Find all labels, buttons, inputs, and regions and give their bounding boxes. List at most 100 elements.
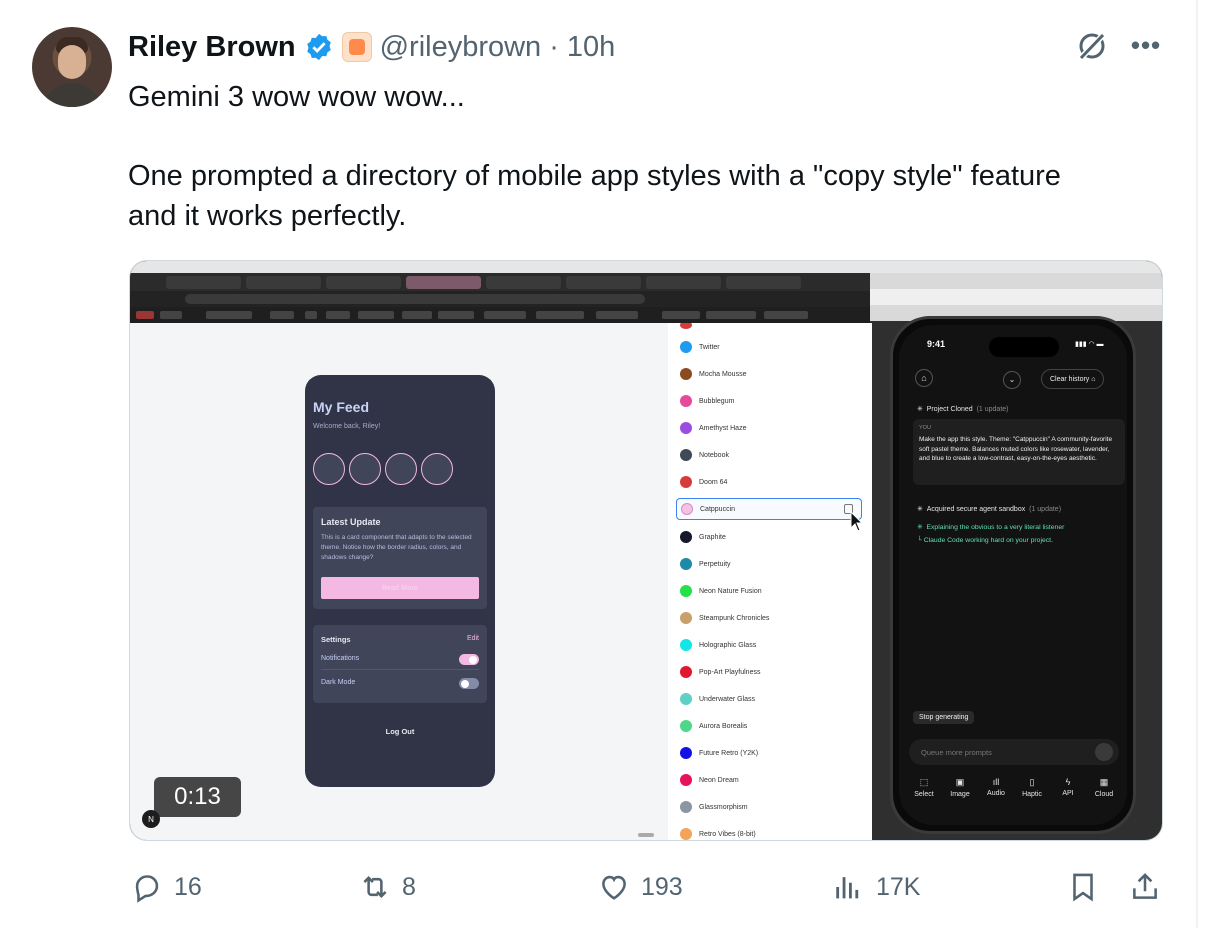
update-card: Latest Update This is a card component t… xyxy=(313,507,487,609)
image-icon: ▣ xyxy=(955,777,965,787)
theme-item: Underwater Glass xyxy=(680,690,860,708)
mac-menu-bar xyxy=(130,261,1162,273)
tweet-text-line-3: and it works perfectly. xyxy=(128,200,407,232)
story-circle xyxy=(385,453,417,485)
theme-list: Twitter Mocha Mousse Bubblegum Amethyst … xyxy=(668,323,872,840)
settings-edit: Edit xyxy=(466,635,479,642)
tweet-text-line-1: Gemini 3 wow wow wow... xyxy=(128,81,465,113)
affiliate-badge-icon[interactable] xyxy=(341,32,372,62)
theme-item: Perpetuity xyxy=(680,555,860,573)
status-icons: ▮▮▮ ◠ ▬ xyxy=(1075,341,1104,348)
avatar-shirt xyxy=(42,83,102,107)
haptic-icon: ▯ xyxy=(1029,777,1035,787)
view-count: 17K xyxy=(876,872,921,901)
tool-api: ϟ API xyxy=(1051,777,1085,798)
status-line-2: └ Claude Code working hard on your proje… xyxy=(917,537,1053,544)
dynamic-island xyxy=(989,337,1059,357)
preview-phone: My Feed Welcome back, Riley! Latest Upda… xyxy=(305,375,495,787)
like-count: 193 xyxy=(641,872,683,901)
feed-subtitle: Welcome back, Riley! xyxy=(313,423,381,430)
browser-address-bar xyxy=(130,291,870,307)
user-message-text: Make the app this style. Theme: "Catppuc… xyxy=(919,436,1113,462)
theme-item: Doom 64 xyxy=(680,473,860,491)
second-browser-window xyxy=(870,273,1162,321)
theme-item: Notebook xyxy=(680,446,860,464)
dark-mode-toggle xyxy=(459,678,479,689)
stop-generating-button: Stop generating xyxy=(913,711,975,724)
dark-mode-label: Dark Mode xyxy=(321,679,356,686)
share-icon xyxy=(1133,873,1157,899)
theme-item: Holographic Glass xyxy=(680,636,860,654)
notifications-label: Notifications xyxy=(321,655,360,662)
agent-screen: 9:41 ▮▮▮ ◠ ▬ ⌂ ⌄ Clear history ⌂ ✳ Proje… xyxy=(899,325,1127,825)
story-circle xyxy=(421,453,453,485)
settings-card: Settings Edit Notifications Dark Mode xyxy=(313,625,487,703)
avatar[interactable] xyxy=(32,27,112,107)
verified-badge-icon[interactable] xyxy=(304,32,334,62)
theme-item: Bubblegum xyxy=(680,392,860,410)
theme-item: Mocha Mousse xyxy=(680,365,860,383)
share-button[interactable] xyxy=(1128,868,1162,906)
like-button[interactable]: 193 xyxy=(597,868,683,906)
theme-item: Aurora Borealis xyxy=(680,717,860,735)
video-timestamp: 0:13 xyxy=(154,777,241,817)
theme-item-partial xyxy=(680,323,860,333)
views-button[interactable]: 17K xyxy=(832,868,920,906)
author-handle[interactable]: @rileybrown xyxy=(380,31,542,64)
queue-input: Queue more prompts xyxy=(909,739,1119,765)
clear-history-button: Clear history ⌂ xyxy=(1041,369,1105,389)
theme-item: Pop-Art Playfulness xyxy=(680,663,860,681)
reply-button[interactable]: 16 xyxy=(130,868,202,906)
theme-item: Future Retro (Y2K) xyxy=(680,744,860,762)
repost-icon xyxy=(363,875,387,899)
tool-cloud: ▦ Cloud xyxy=(1087,777,1121,798)
more-options-icon[interactable]: ••• xyxy=(1128,30,1164,62)
video-player[interactable]: My Feed Welcome back, Riley! Latest Upda… xyxy=(129,260,1163,841)
theme-item: Steampunk Chronicles xyxy=(680,609,860,627)
theme-item: Neon Nature Fusion xyxy=(680,582,860,600)
tweet-text-line-2: One prompted a directory of mobile app s… xyxy=(128,160,1061,192)
settings-title: Settings xyxy=(321,635,351,644)
theme-item: Twitter xyxy=(680,338,860,356)
reply-count: 16 xyxy=(174,872,202,901)
repost-button[interactable]: 8 xyxy=(358,868,416,906)
mouse-cursor-icon xyxy=(850,511,864,532)
browser-tab-strip xyxy=(130,273,870,291)
views-icon xyxy=(836,877,859,899)
author-name[interactable]: Riley Brown xyxy=(128,31,296,64)
tool-image: ▣ Image xyxy=(943,777,977,798)
you-label: YOU xyxy=(919,425,931,431)
tool-audio: ıll Audio xyxy=(979,777,1013,798)
reply-icon xyxy=(135,875,159,903)
bookmark-button[interactable] xyxy=(1066,868,1100,906)
card-body: This is a card component that adapts to … xyxy=(321,534,472,561)
tweet-header: Riley Brown @rileybrown · 10h xyxy=(128,28,615,66)
browser-bookmarks-bar xyxy=(130,307,870,323)
status-line-1: ✳ Explaining the obvious to a very liter… xyxy=(917,524,1065,531)
select-icon: ⬚ xyxy=(919,777,929,787)
theme-item: Retro Vibes (8-bit) xyxy=(680,825,860,840)
home-icon: ⌂ xyxy=(915,369,933,387)
audio-icon: ıll xyxy=(992,777,1000,787)
bookmark-icon xyxy=(1073,873,1093,902)
theme-item: Neon Dream xyxy=(680,771,860,789)
card-title: Latest Update xyxy=(321,517,381,527)
tool-bar: ⬚ Select ▣ Image ıll Audio ▯ Haptic ϟ API ▦ Cl… xyxy=(907,777,1121,798)
theme-item: Graphite xyxy=(680,528,860,546)
chevron-down-icon: ⌄ xyxy=(1003,371,1021,389)
cloud-icon: ▦ xyxy=(1099,777,1109,787)
sandbox-line: ✳ Acquired secure agent sandbox (1 updat… xyxy=(917,506,1062,513)
post-time[interactable]: 10h xyxy=(567,31,615,64)
separator: · xyxy=(549,30,559,63)
mic-icon xyxy=(1095,743,1113,761)
heart-icon xyxy=(602,875,626,900)
grok-icon[interactable] xyxy=(1074,28,1110,64)
read-more-button: Read More xyxy=(321,577,479,599)
user-message: YOU Make the app this style. Theme: "Cat… xyxy=(913,419,1125,485)
theme-item: Amethyst Haze xyxy=(680,419,860,437)
n-badge-icon: N xyxy=(142,810,160,828)
story-circle xyxy=(313,453,345,485)
agent-phone: 9:41 ▮▮▮ ◠ ▬ ⌂ ⌄ Clear history ⌂ ✳ Proje… xyxy=(890,316,1136,834)
divider xyxy=(321,669,479,670)
right-border xyxy=(1196,0,1198,928)
